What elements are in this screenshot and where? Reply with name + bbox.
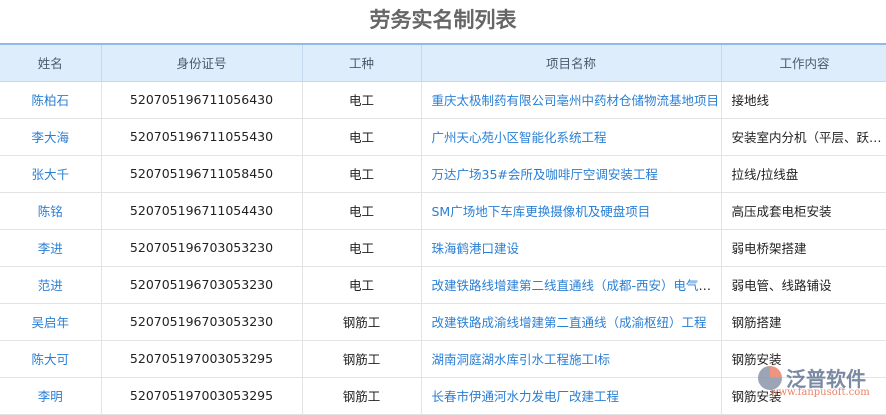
table-header: 姓名 身份证号 工种 项目名称 工作内容 xyxy=(0,43,886,82)
name-link[interactable]: 陈柏石 xyxy=(31,93,69,108)
column-header[interactable]: 身份证号 xyxy=(101,43,303,82)
project-name-link[interactable]: 长春市伊通河水力发电厂改建工程 xyxy=(432,389,620,404)
column-header[interactable]: 工作内容 xyxy=(721,43,886,82)
column-header[interactable]: 项目名称 xyxy=(421,43,722,82)
work-content-cell: 拉线/拉线盘 xyxy=(721,155,886,193)
id-number-cell: 520705197003053295 xyxy=(101,377,303,415)
table-row: 李进 520705196703053230 电工 珠海鹤港口建设 弱电桥架搭建 xyxy=(0,229,886,267)
project-name-cell: SM广场地下车库更换摄像机及硬盘项目 xyxy=(421,192,722,230)
project-name-link[interactable]: 改建铁路成渝线增建第二直通线（成渝枢纽）工程 xyxy=(432,315,707,330)
trade-cell: 钢筋工 xyxy=(302,340,422,378)
table-row: 张大千 520705196711058450 电工 万达广场35#会所及咖啡厅空调安装… xyxy=(0,155,886,193)
column-header[interactable]: 姓名 xyxy=(0,43,102,82)
id-number-cell: 520705196711058450 xyxy=(101,155,303,193)
fanpu-logo: 泛普软件 www.fanpusoft.com xyxy=(758,363,870,398)
id-number-cell: 520705196711055430 xyxy=(101,118,303,156)
trade-cell: 钢筋工 xyxy=(302,377,422,415)
project-name-cell: 改建铁路成渝线增建第二直通线（成渝枢纽）工程 xyxy=(421,303,722,341)
project-name-cell: 万达广场35#会所及咖啡厅空调安装工程 xyxy=(421,155,722,193)
work-content-cell: 弱电管、线路铺设 xyxy=(721,266,886,304)
column-header[interactable]: 工种 xyxy=(302,43,422,82)
name-link[interactable]: 陈铭 xyxy=(38,204,63,219)
id-number-cell: 520705196703053230 xyxy=(101,266,303,304)
table-row: 李大海 520705196711055430 电工 广州天心苑小区智能化系统工程 安装室… xyxy=(0,118,886,156)
project-name-link[interactable]: 湖南洞庭湖水库引水工程施工I标 xyxy=(432,352,611,367)
project-name-link[interactable]: 改建铁路线增建第二线直通线（成都-西安）电气工程 xyxy=(432,278,721,293)
table-row: 陈大可 520705197003053295 钢筋工 湖南洞庭湖水库引水工程施工I标钢… xyxy=(0,340,886,378)
name-cell: 李大海 xyxy=(0,118,102,156)
name-link[interactable]: 陈大可 xyxy=(31,352,69,367)
labor-table: 姓名 身份证号 工种 项目名称 工作内容 陈柏石 520705196711056430 电工… xyxy=(0,43,886,415)
project-name-link[interactable]: 广州天心苑小区智能化系统工程 xyxy=(432,130,607,145)
name-cell: 陈铭 xyxy=(0,192,102,230)
name-link[interactable]: 张大千 xyxy=(31,167,69,182)
trade-cell: 电工 xyxy=(302,155,422,193)
trade-cell: 电工 xyxy=(302,266,422,304)
name-cell: 李进 xyxy=(0,229,102,267)
name-link[interactable]: 范进 xyxy=(38,278,63,293)
project-name-link[interactable]: 重庆太极制药有限公司亳州中药材仓储物流基地项目 xyxy=(432,93,720,108)
name-cell: 张大千 xyxy=(0,155,102,193)
table-row: 李明 520705197003053295 钢筋工 长春市伊通河水力发电厂改建工程 钢筋… xyxy=(0,377,886,415)
table-row: 吴启年 520705196703053230 钢筋工 改建铁路成渝线增建第二直通线（成… xyxy=(0,303,886,341)
trade-cell: 电工 xyxy=(302,229,422,267)
name-cell: 吴启年 xyxy=(0,303,102,341)
name-cell: 陈柏石 xyxy=(0,81,102,119)
table-row: 范进 520705196703053230 电工 改建铁路线增建第二线直通线（成都-西… xyxy=(0,266,886,304)
name-cell: 范进 xyxy=(0,266,102,304)
id-number-cell: 520705196711056430 xyxy=(101,81,303,119)
work-content-cell: 安装室内分机（平层、跃层） xyxy=(721,118,886,156)
id-number-cell: 520705197003053295 xyxy=(101,340,303,378)
name-link[interactable]: 李进 xyxy=(38,241,63,256)
name-link[interactable]: 吴启年 xyxy=(31,315,69,330)
table-row: 陈铭 520705196711054430 电工 SM广场地下车库更换摄像机及硬盘项目… xyxy=(0,192,886,230)
project-name-cell: 长春市伊通河水力发电厂改建工程 xyxy=(421,377,722,415)
work-content-cell: 钢筋搭建 xyxy=(721,303,886,341)
name-cell: 陈大可 xyxy=(0,340,102,378)
work-content-cell: 弱电桥架搭建 xyxy=(721,229,886,267)
logo-mark-icon xyxy=(758,365,782,390)
name-link[interactable]: 李大海 xyxy=(31,130,69,145)
project-name-link[interactable]: 万达广场35#会所及咖啡厅空调安装工程 xyxy=(432,167,658,182)
name-cell: 李明 xyxy=(0,377,102,415)
trade-cell: 电工 xyxy=(302,118,422,156)
trade-cell: 电工 xyxy=(302,192,422,230)
id-number-cell: 520705196703053230 xyxy=(101,229,303,267)
project-name-cell: 湖南洞庭湖水库引水工程施工I标 xyxy=(421,340,722,378)
project-name-cell: 珠海鹤港口建设 xyxy=(421,229,722,267)
page-title: 劳务实名制列表 xyxy=(369,8,517,32)
project-name-cell: 改建铁路线增建第二线直通线（成都-西安）电气工程 xyxy=(421,266,722,304)
project-name-cell: 重庆太极制药有限公司亳州中药材仓储物流基地项目 xyxy=(421,81,722,119)
logo-url: www.fanpusoft.com xyxy=(770,387,870,398)
table-row: 陈柏石 520705196711056430 电工 重庆太极制药有限公司亳州中药材仓储… xyxy=(0,81,886,119)
work-content-cell: 高压成套电柜安装 xyxy=(721,192,886,230)
id-number-cell: 520705196711054430 xyxy=(101,192,303,230)
id-number-cell: 520705196703053230 xyxy=(101,303,303,341)
project-name-link[interactable]: SM广场地下车库更换摄像机及硬盘项目 xyxy=(432,204,651,219)
trade-cell: 钢筋工 xyxy=(302,303,422,341)
name-link[interactable]: 李明 xyxy=(38,389,63,404)
trade-cell: 电工 xyxy=(302,81,422,119)
work-content-cell: 接地线 xyxy=(721,81,886,119)
project-name-link[interactable]: 珠海鹤港口建设 xyxy=(432,241,520,256)
project-name-cell: 广州天心苑小区智能化系统工程 xyxy=(421,118,722,156)
